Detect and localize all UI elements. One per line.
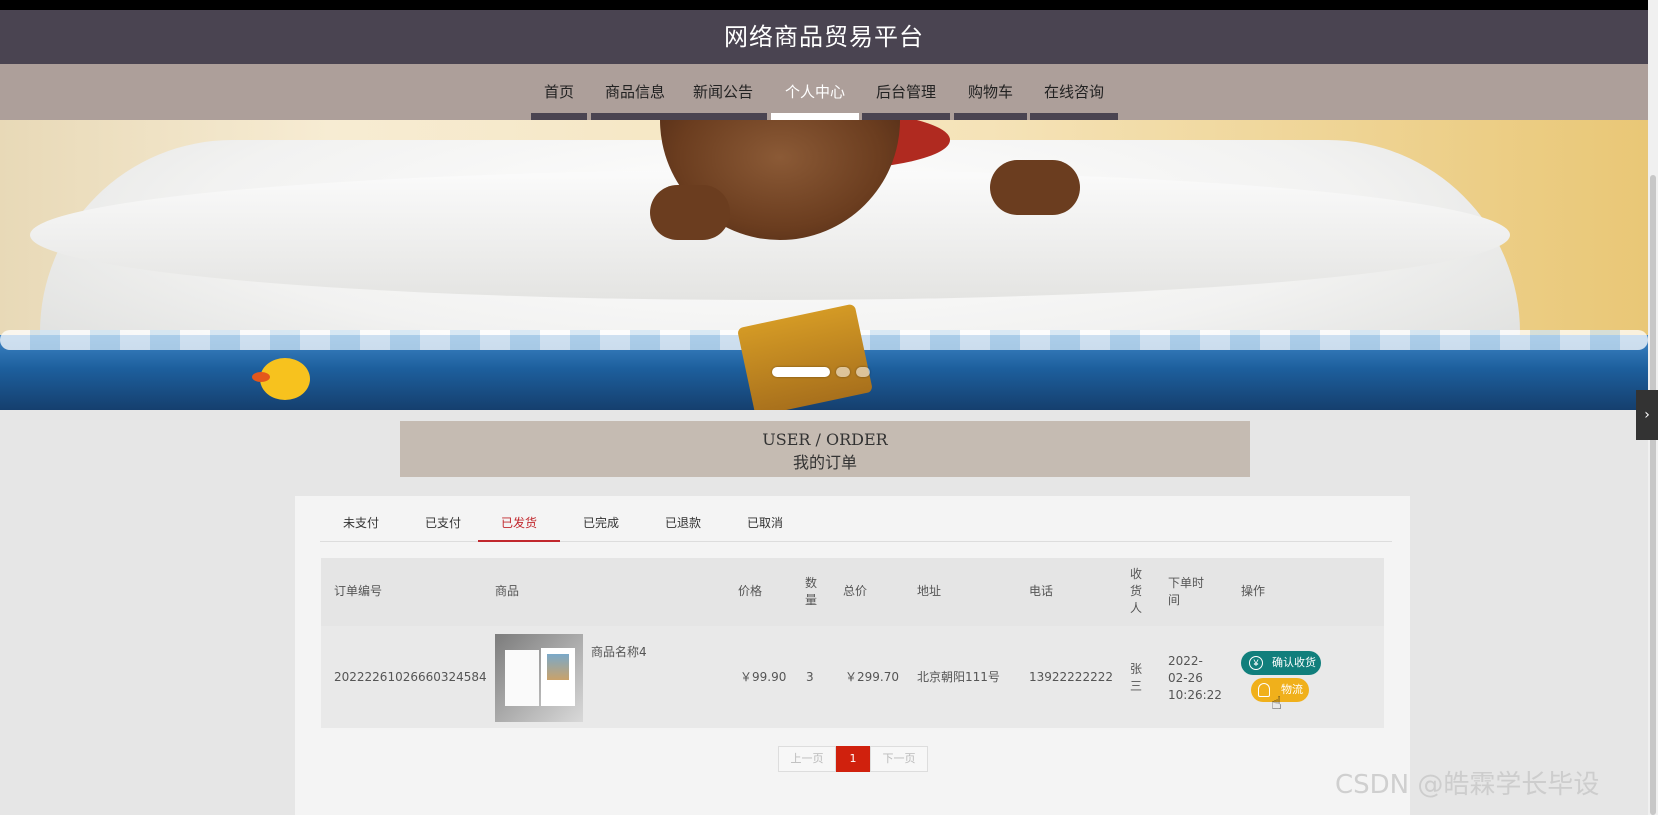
site-header: 网络商品贸易平台 <box>0 10 1648 64</box>
cell-order-no: 20222261026660324584 <box>334 670 487 684</box>
banner-carousel[interactable] <box>0 120 1648 410</box>
product-thumbnail[interactable] <box>495 634 583 722</box>
header-price: 价格 <box>738 584 763 598</box>
table-row: 20222261026660324584 商品名称4 ￥99.90 3 ￥299… <box>321 626 1384 728</box>
nav-label: 新闻公告 <box>692 83 753 101</box>
yen-icon: ¥ <box>1249 656 1263 670</box>
section-title-cn: 我的订单 <box>792 453 857 472</box>
cell-receiver: 三 <box>1130 679 1143 693</box>
nav-label: 在线咨询 <box>1043 83 1104 101</box>
table-header: 订单编号 商品 价格 数 量 总价 地址 电话 收 货 人 下单时 间 操作 <box>321 558 1384 626</box>
banner-duck-beak <box>252 372 270 382</box>
cell-address: 北京朝阳111号 <box>917 670 1000 684</box>
section-title: USER / ORDER 我的订单 <box>400 421 1250 477</box>
order-status-tabs: 未支付 已支付 已发货 已完成 已退款 已取消 <box>320 510 1392 542</box>
header-product: 商品 <box>495 584 520 598</box>
watermark: CSDN @皓霖学长毕设 <box>1335 770 1600 800</box>
side-panel-toggle[interactable]: › <box>1636 390 1658 440</box>
header-phone: 电话 <box>1029 584 1054 598</box>
header-receiver: 收 <box>1130 567 1143 581</box>
nav-item-personal-center[interactable]: 个人中心 <box>771 64 859 120</box>
confirm-receipt-button[interactable]: ¥ 确认收货 <box>1241 651 1321 675</box>
header-qty: 数 <box>805 576 818 590</box>
header-order-time: 下单时 <box>1168 576 1205 590</box>
tab-paid[interactable]: 已支付 <box>402 510 484 542</box>
site-title: 网络商品贸易平台 <box>724 23 924 51</box>
thumbnail-page <box>505 650 539 706</box>
tab-refunded[interactable]: 已退款 <box>642 510 724 542</box>
order-table: 订单编号 商品 价格 数 量 总价 地址 电话 收 货 人 下单时 间 操作 2… <box>321 558 1384 728</box>
cell-phone: 13922222222 <box>1029 670 1113 684</box>
nav-item-products[interactable]: 商品信息 <box>591 64 679 120</box>
nav-item-cart[interactable]: 购物车 <box>954 64 1027 120</box>
nav-item-consult[interactable]: 在线咨询 <box>1030 64 1118 120</box>
main-nav: 首页 商品信息 新闻公告 个人中心 后台管理 购物车 在线咨询 <box>0 64 1648 120</box>
carousel-dot[interactable] <box>856 367 870 377</box>
cell-product-name[interactable]: 商品名称4 <box>591 644 647 661</box>
prev-page-button[interactable]: 上一页 <box>778 746 836 772</box>
scrollbar-thumb[interactable] <box>1650 175 1656 815</box>
header-qty: 量 <box>805 593 818 607</box>
header-address: 地址 <box>917 584 942 598</box>
cell-qty: 3 <box>806 670 814 684</box>
cell-receiver: 张 <box>1130 662 1143 676</box>
carousel-indicators <box>772 363 872 379</box>
nav-label: 首页 <box>543 83 574 101</box>
next-page-button[interactable]: 下一页 <box>870 746 928 772</box>
header-receiver: 人 <box>1130 601 1143 615</box>
nav-label: 后台管理 <box>875 83 936 101</box>
confirm-receipt-label: 确认收货 <box>1272 657 1316 669</box>
banner-bear-paw <box>650 185 730 240</box>
nav-label: 个人中心 <box>784 83 845 101</box>
chevron-right-icon: › <box>1644 407 1650 423</box>
thumbnail-photo <box>547 654 569 680</box>
user-icon <box>1258 683 1270 697</box>
tab-cancelled[interactable]: 已取消 <box>724 510 806 542</box>
header-action: 操作 <box>1241 584 1266 598</box>
header-receiver: 货 <box>1130 584 1143 598</box>
header-order-no: 订单编号 <box>334 584 383 598</box>
pagination: 上一页 1 下一页 <box>778 746 928 772</box>
header-total: 总价 <box>843 584 868 598</box>
carousel-dot[interactable] <box>836 367 850 377</box>
cell-order-time: 02-26 <box>1168 671 1203 685</box>
cell-order-time: 2022- <box>1168 654 1203 668</box>
nav-item-home[interactable]: 首页 <box>531 64 587 120</box>
carousel-dot-active[interactable] <box>772 367 830 377</box>
banner-bear-paw <box>990 160 1080 215</box>
logistics-label: 物流 <box>1281 684 1303 696</box>
nav-label: 商品信息 <box>604 83 665 101</box>
section-title-en: USER / ORDER <box>762 430 888 449</box>
window-top-strip <box>0 0 1658 10</box>
page-number-current[interactable]: 1 <box>836 746 870 772</box>
cell-total: ￥299.70 <box>845 670 899 684</box>
tab-unpaid[interactable]: 未支付 <box>320 510 402 542</box>
tab-shipped[interactable]: 已发货 <box>478 510 560 542</box>
hand-cursor-icon: ☝ <box>1271 693 1282 714</box>
nav-label: 购物车 <box>967 83 1013 101</box>
cell-order-time: 10:26:22 <box>1168 688 1222 702</box>
tab-completed[interactable]: 已完成 <box>560 510 642 542</box>
nav-item-admin[interactable]: 后台管理 <box>862 64 950 120</box>
cell-price: ￥99.90 <box>740 670 787 684</box>
nav-item-news[interactable]: 新闻公告 <box>679 64 767 120</box>
header-order-time: 间 <box>1168 593 1181 607</box>
